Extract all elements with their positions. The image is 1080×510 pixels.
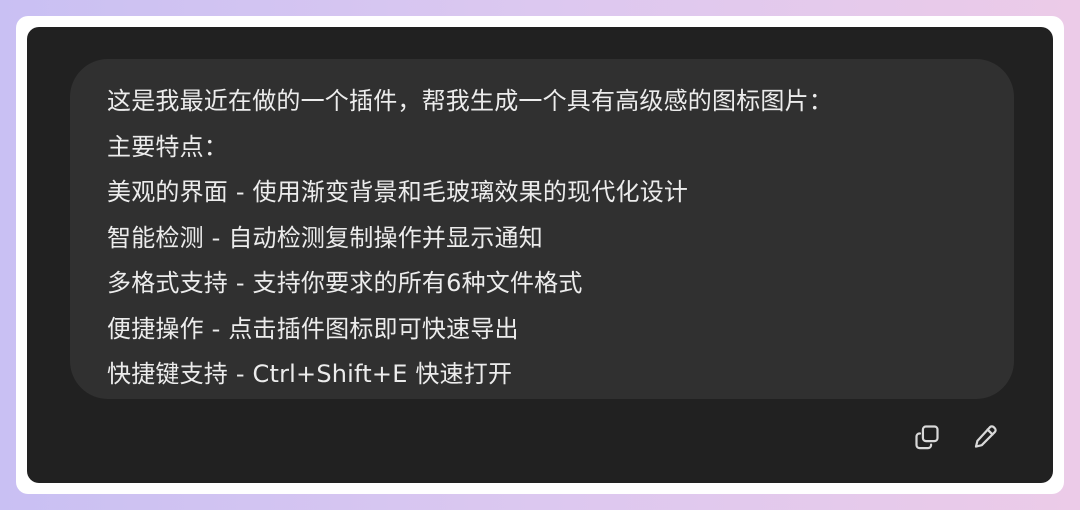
message-line: 主要特点：: [107, 132, 228, 161]
pencil-icon: [974, 425, 997, 448]
edit-button[interactable]: [966, 418, 1004, 456]
copy-icon: [915, 425, 939, 450]
copy-button[interactable]: [908, 418, 946, 456]
message-line: 快捷键支持 - Ctrl+Shift+E 快速打开: [107, 360, 513, 388]
message-actions: [908, 418, 1004, 456]
message-line: 这是我最近在做的一个插件，帮我生成一个具有高级感的图标图片：: [107, 87, 833, 115]
message-line: 美观的界面 - 使用渐变背景和毛玻璃效果的现代化设计: [107, 178, 689, 206]
message-line: 智能检测 - 自动检测复制操作并显示通知: [107, 223, 543, 252]
user-message-bubble: 这是我最近在做的一个插件，帮我生成一个具有高级感的图标图片： 主要特点： 美观的…: [70, 59, 1014, 399]
message-line: 多格式支持 - 支持你要求的所有6种文件格式: [107, 269, 583, 297]
message-line: 便捷操作 - 点击插件图标即可快速导出: [107, 314, 519, 343]
